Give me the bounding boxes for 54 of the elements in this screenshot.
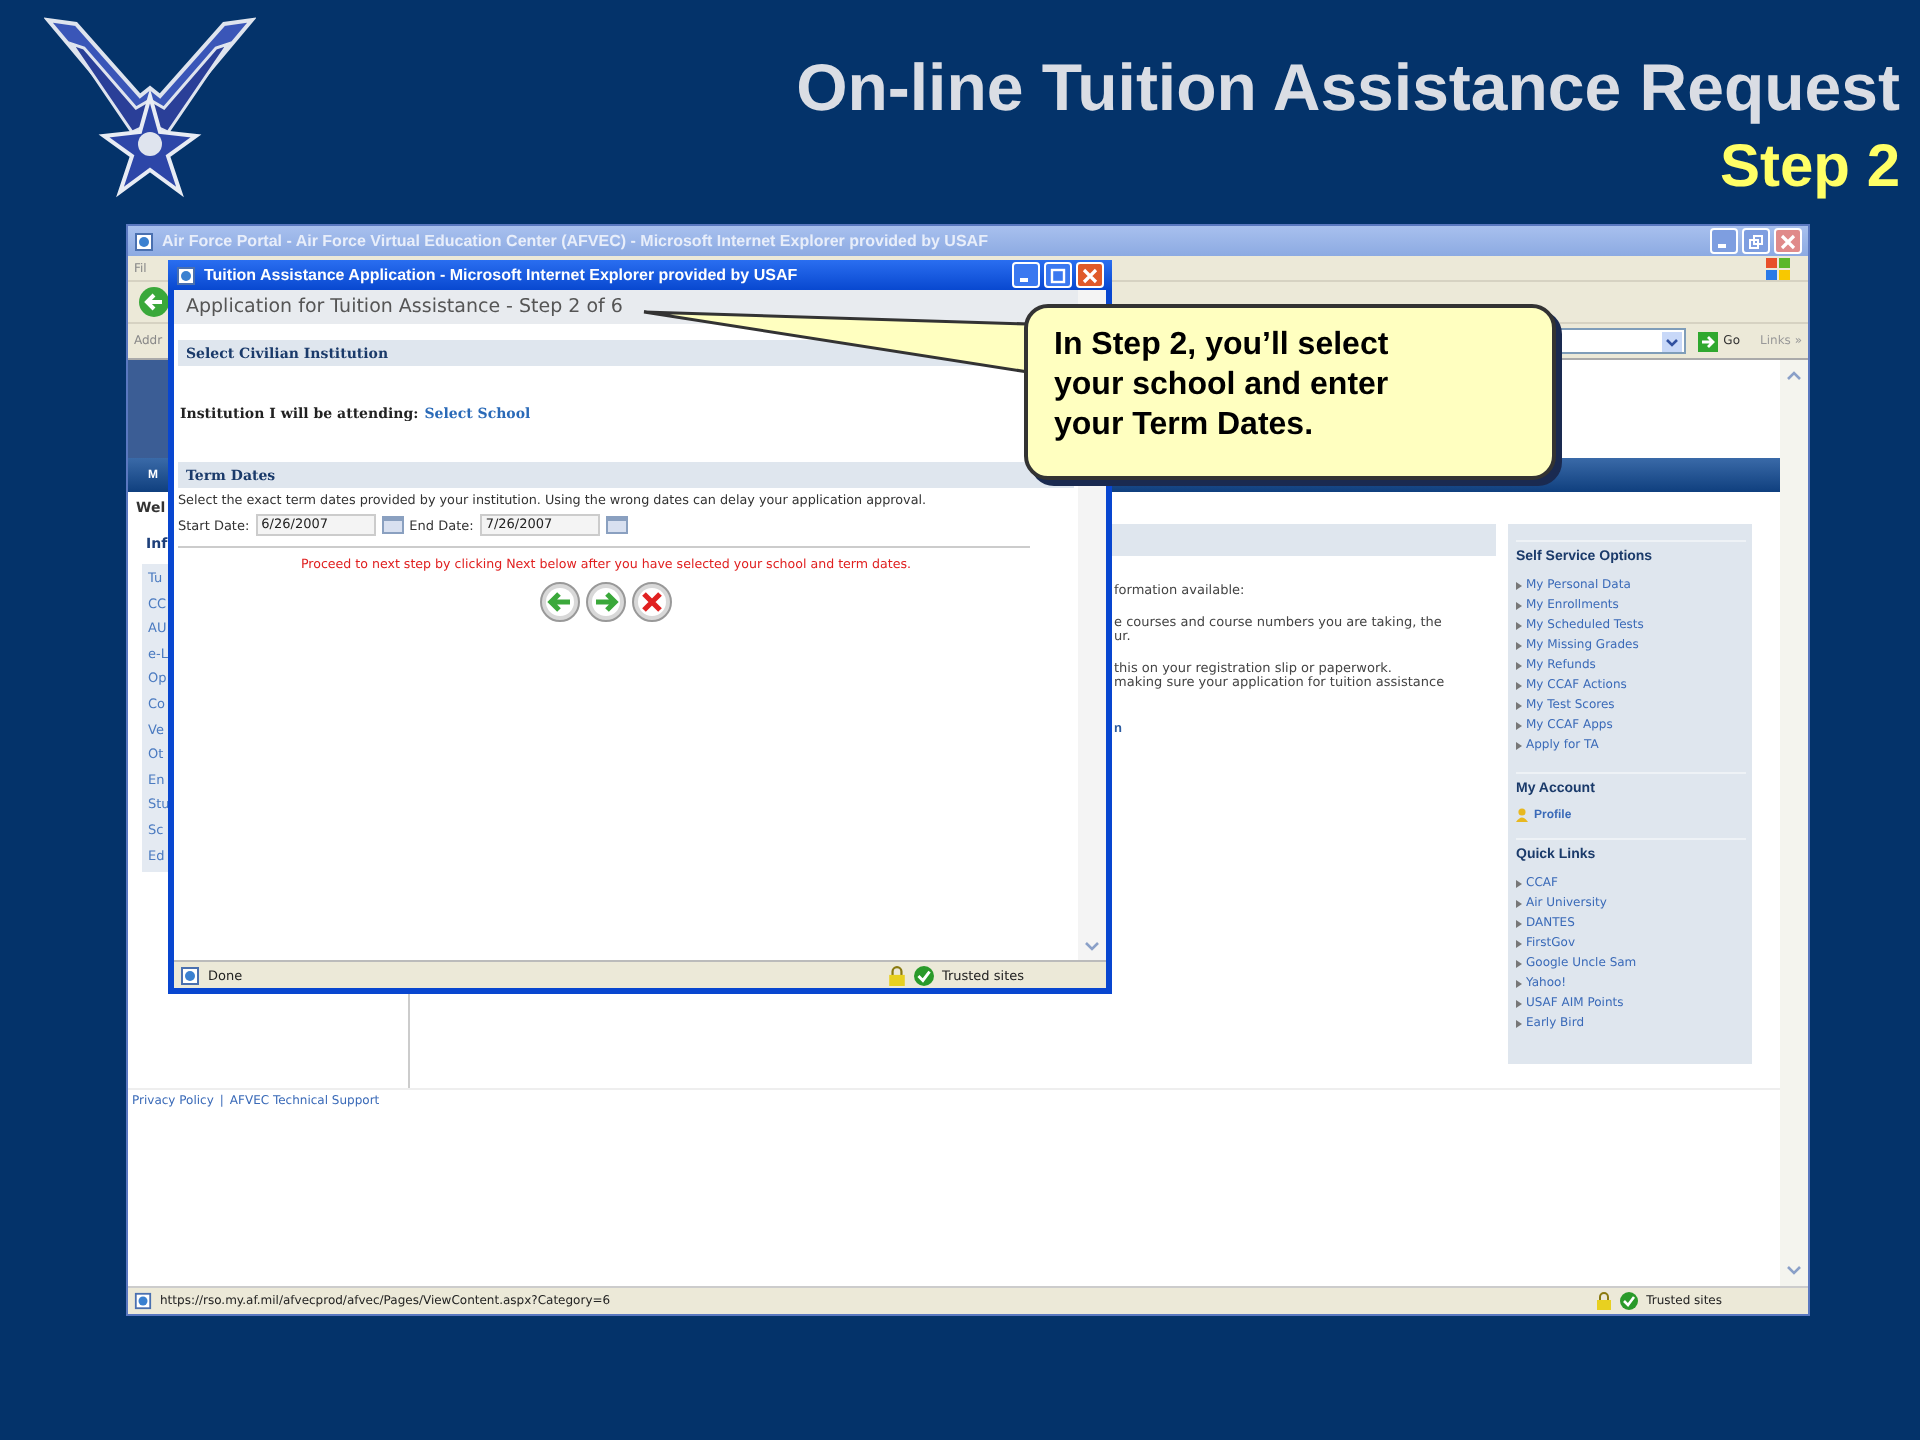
calendar-icon[interactable] xyxy=(605,516,628,534)
close-icon xyxy=(1082,267,1098,283)
restore-button[interactable] xyxy=(1742,228,1770,254)
maximize-icon xyxy=(1050,267,1066,283)
close-icon xyxy=(1780,233,1796,249)
scrollbar[interactable] xyxy=(1780,360,1808,1286)
bullet-icon xyxy=(1516,1020,1522,1028)
lock-icon xyxy=(1596,1292,1613,1310)
page-icon xyxy=(134,231,154,251)
bullet-icon xyxy=(1516,960,1522,968)
restore-icon xyxy=(1748,233,1764,249)
bullet-icon xyxy=(1516,940,1522,948)
wings-star-icon xyxy=(44,16,256,200)
cancel-button[interactable] xyxy=(632,582,672,622)
page-icon xyxy=(134,1292,152,1310)
bullet-icon xyxy=(1516,1000,1522,1008)
bullet-icon xyxy=(1516,702,1522,710)
bullet-icon xyxy=(1516,602,1522,610)
close-button[interactable] xyxy=(1774,228,1802,254)
maximize-button[interactable] xyxy=(1044,262,1072,288)
step-title: Application for Tuition Assistance - Step 2 of 6 xyxy=(186,296,623,318)
popup-title: Tuition Assistance Application - Microsoft Internet Explorer provided by USAF xyxy=(204,266,798,284)
bullet-icon xyxy=(1516,662,1522,670)
bullet-icon xyxy=(1516,622,1522,630)
arrow-icon xyxy=(1697,331,1718,351)
page-icon xyxy=(176,265,196,285)
bullet-icon xyxy=(1516,900,1522,908)
person-icon xyxy=(1516,808,1528,822)
check-icon xyxy=(913,965,934,985)
bullet-icon xyxy=(1516,722,1522,730)
bullet-icon xyxy=(1516,920,1522,928)
check-icon xyxy=(1620,1292,1639,1310)
scroll-down-icon[interactable] xyxy=(1782,1260,1806,1280)
slide-title: On-line Tuition Assistance Request xyxy=(796,48,1900,128)
lock-icon xyxy=(887,965,906,985)
bullet-icon xyxy=(1516,980,1522,988)
next-button[interactable] xyxy=(586,582,626,622)
bullet-icon xyxy=(1516,642,1522,650)
scroll-down-icon[interactable] xyxy=(1080,936,1104,956)
bullet-icon xyxy=(1516,742,1522,750)
bullet-icon xyxy=(1516,682,1522,690)
minimize-button[interactable] xyxy=(1710,228,1738,254)
back-button[interactable] xyxy=(138,286,170,318)
minimize-button[interactable] xyxy=(1012,262,1040,288)
windows-flag-icon xyxy=(1766,257,1790,279)
bullet-icon xyxy=(1516,880,1522,888)
page-icon xyxy=(180,965,200,985)
slide-subtitle: Step 2 xyxy=(1717,132,1900,204)
minimize-icon xyxy=(1717,244,1725,248)
calendar-icon[interactable] xyxy=(381,516,404,534)
bullet-icon xyxy=(1516,582,1522,590)
window-title: Air Force Portal - Air Force Virtual Education Center (AFVEC) - Microsoft Internet Explorer provided by USAF xyxy=(162,232,988,250)
close-button[interactable] xyxy=(1076,262,1104,288)
minimize-icon xyxy=(1019,278,1027,282)
